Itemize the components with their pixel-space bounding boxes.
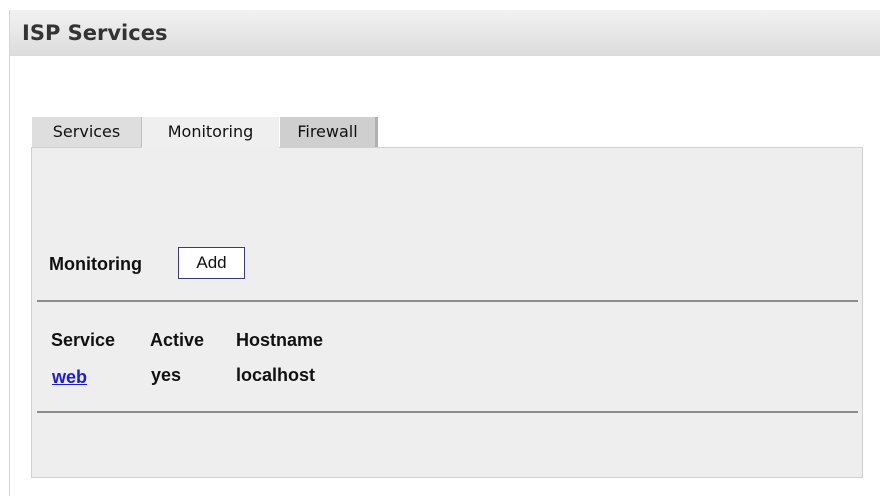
tab-panel (31, 147, 863, 478)
section-label: Monitoring (49, 254, 142, 274)
service-link[interactable]: web (52, 366, 87, 388)
page: ISP Services Services Monitoring Firewal… (0, 0, 880, 496)
tab-services[interactable]: Services (32, 117, 142, 147)
column-header-service: Service (51, 330, 116, 350)
cell-hostname: localhost (236, 365, 316, 385)
cell-active: yes (151, 365, 182, 385)
tab-firewall[interactable]: Firewall (280, 117, 378, 147)
divider-top (37, 300, 858, 302)
column-header-hostname: Hostname (236, 330, 324, 350)
left-border (9, 10, 10, 496)
column-header-active: Active (150, 330, 205, 350)
add-button[interactable]: Add (178, 247, 245, 279)
page-title: ISP Services (22, 21, 168, 45)
divider-bottom (37, 411, 858, 413)
tab-monitoring[interactable]: Monitoring (142, 117, 279, 149)
